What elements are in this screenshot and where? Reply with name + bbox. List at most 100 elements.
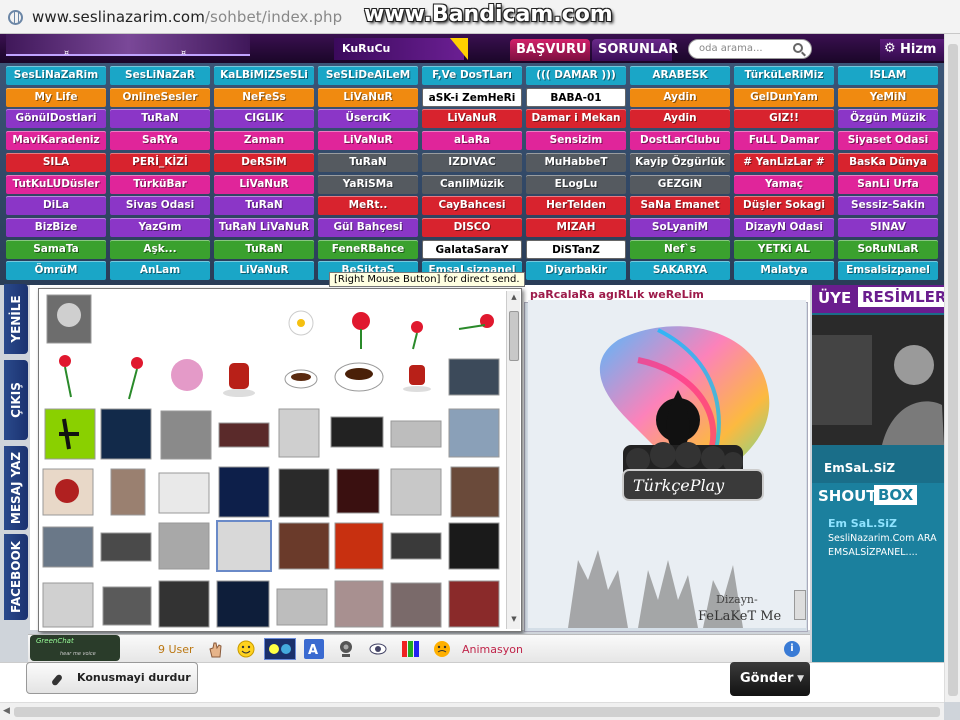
picker-thumb[interactable] <box>42 582 94 628</box>
picker-thumb[interactable] <box>42 526 94 568</box>
horizontal-scroll-thumb[interactable] <box>14 707 940 717</box>
room-button[interactable]: FuLL Damar <box>734 131 834 151</box>
room-button[interactable]: KaLBiMiZSeSLi <box>214 66 314 85</box>
room-button[interactable]: YazGım <box>110 217 210 237</box>
room-button[interactable]: Gül Bahçesi <box>318 217 418 237</box>
room-button[interactable]: Aydin <box>630 87 730 107</box>
room-button[interactable]: Kayip Özgürlük <box>630 152 730 172</box>
scroll-up-icon[interactable]: ▲ <box>509 293 519 305</box>
color-picker-icon[interactable] <box>400 639 420 659</box>
facebook-tab[interactable]: FACEBOOK <box>4 534 28 620</box>
member-name[interactable]: EmSaL.SiZ <box>812 457 944 479</box>
room-button[interactable]: Yamaç <box>734 174 834 194</box>
room-button[interactable]: Aydin <box>630 109 730 129</box>
room-button[interactable]: TutKuLUDüsler <box>6 174 106 194</box>
room-button[interactable]: LiVaNuR <box>318 87 418 107</box>
room-button[interactable]: ELogLu <box>526 174 626 194</box>
room-button[interactable]: aLaRa <box>422 131 522 151</box>
picker-thumb[interactable] <box>330 416 384 448</box>
room-button[interactable]: BasKa Dünya <box>838 152 938 172</box>
room-button[interactable]: SoLyaniM <box>630 217 730 237</box>
room-button[interactable]: TuRaN <box>214 239 314 259</box>
picker-thumb[interactable] <box>448 580 500 628</box>
room-button[interactable]: TuRaN <box>318 152 418 172</box>
room-button[interactable]: SesLiNaZaR <box>110 66 210 85</box>
sorunlar-button[interactable]: SORUNLAR <box>592 39 678 61</box>
chevron-down-icon[interactable]: ▼ <box>797 674 804 684</box>
webcam-icon[interactable] <box>336 639 356 659</box>
room-button[interactable]: TuRaN <box>214 196 314 216</box>
picker-thumb[interactable] <box>336 468 380 514</box>
room-button[interactable]: AnLam <box>110 261 210 281</box>
scroll-left-icon[interactable]: ◀ <box>3 706 10 716</box>
picker-thumb[interactable] <box>390 420 442 448</box>
hizmet-menu-button[interactable]: Hizm <box>880 39 946 61</box>
room-button[interactable]: SoRuNLaR <box>838 239 938 259</box>
room-button[interactable]: ÖmrüM <box>6 261 106 281</box>
room-button[interactable]: CayBahcesi <box>422 196 522 216</box>
room-button[interactable]: SaRYa <box>110 131 210 151</box>
room-button[interactable]: LiVaNuR <box>214 174 314 194</box>
picker-thumb[interactable] <box>278 522 330 570</box>
picker-thumb[interactable] <box>160 410 212 460</box>
eye-icon[interactable] <box>368 639 388 659</box>
vertical-scroll-thumb[interactable] <box>948 44 958 696</box>
cikis-tab[interactable]: ÇIKIŞ <box>4 360 28 440</box>
room-button[interactable]: MeRt.. <box>318 196 418 216</box>
room-button[interactable]: Zaman <box>214 131 314 151</box>
basvuru-button[interactable]: BAŞVURU <box>510 39 590 61</box>
picker-thumb[interactable] <box>100 408 152 460</box>
font-icon[interactable]: A <box>304 639 324 659</box>
picker-thumb[interactable] <box>158 472 210 514</box>
room-button[interactable]: ARABESK <box>630 66 730 85</box>
rose-icon[interactable] <box>128 357 143 400</box>
picker-thumb[interactable] <box>448 408 500 458</box>
picker-thumb[interactable] <box>334 580 384 628</box>
yenile-tab[interactable]: YENİLE <box>4 284 28 354</box>
picker-thumb[interactable] <box>278 408 320 458</box>
room-button[interactable]: My Life <box>6 87 106 107</box>
tea-glass-icon[interactable] <box>223 363 255 397</box>
site-logo[interactable]: ¤ ¤ <box>6 34 250 57</box>
room-button[interactable]: LiVaNuR <box>422 109 522 129</box>
rose-icon[interactable] <box>458 314 494 330</box>
picker-thumb[interactable] <box>334 522 384 570</box>
room-button[interactable]: Sivas Odasi <box>110 196 210 216</box>
image-gallery-icon[interactable] <box>264 638 296 660</box>
picker-thumb-selected[interactable] <box>216 520 272 572</box>
coffee-cup-icon[interactable] <box>334 362 384 392</box>
search-icon[interactable] <box>793 43 803 53</box>
room-button[interactable]: MuHabbeT <box>526 152 626 172</box>
room-button[interactable]: Nef`s <box>630 239 730 259</box>
rose-icon[interactable] <box>411 321 423 350</box>
room-button[interactable]: ÜsercıK <box>318 109 418 129</box>
room-button[interactable]: ((( DAMAR ))) <box>526 66 626 85</box>
picker-thumb[interactable] <box>158 580 210 628</box>
picker-thumb[interactable] <box>450 466 500 518</box>
room-button[interactable]: Özgün Müzik <box>838 109 938 129</box>
room-button[interactable]: Damar i Mekan <box>526 109 626 129</box>
room-button[interactable]: F,Ve DosTLarı <box>422 66 522 85</box>
room-search-input[interactable]: oda arama... <box>688 39 812 59</box>
room-button[interactable]: DISCO <box>422 217 522 237</box>
picker-thumb[interactable] <box>278 468 330 518</box>
room-button[interactable]: DiLa <box>6 196 106 216</box>
daisy-icon[interactable] <box>288 310 314 336</box>
room-button[interactable]: SesLiNaZaRim <box>6 66 106 85</box>
picker-thumb[interactable] <box>110 468 146 516</box>
room-button[interactable]: Aşk... <box>110 239 210 259</box>
picker-scrollbar[interactable]: ▲ ▼ <box>506 291 520 629</box>
picker-thumb[interactable] <box>158 522 210 570</box>
room-button[interactable]: GIZ!! <box>734 109 834 129</box>
page-vertical-scrollbar[interactable] <box>944 34 960 702</box>
room-button[interactable]: DiSTanZ <box>526 239 626 259</box>
picker-thumb[interactable] <box>216 580 270 628</box>
room-button[interactable]: Siyaset Odasi <box>838 131 938 151</box>
room-button[interactable]: Düşler Sokagi <box>734 196 834 216</box>
room-button[interactable]: TuRaN <box>110 109 210 129</box>
room-button[interactable]: ISLAM <box>838 66 938 85</box>
room-button[interactable]: IZDIVAC <box>422 152 522 172</box>
rose-icon[interactable] <box>59 355 72 398</box>
url-field[interactable]: www.seslinazarim.com/sohbet/index.php <box>32 8 342 26</box>
room-button[interactable]: DeRSiM <box>214 152 314 172</box>
